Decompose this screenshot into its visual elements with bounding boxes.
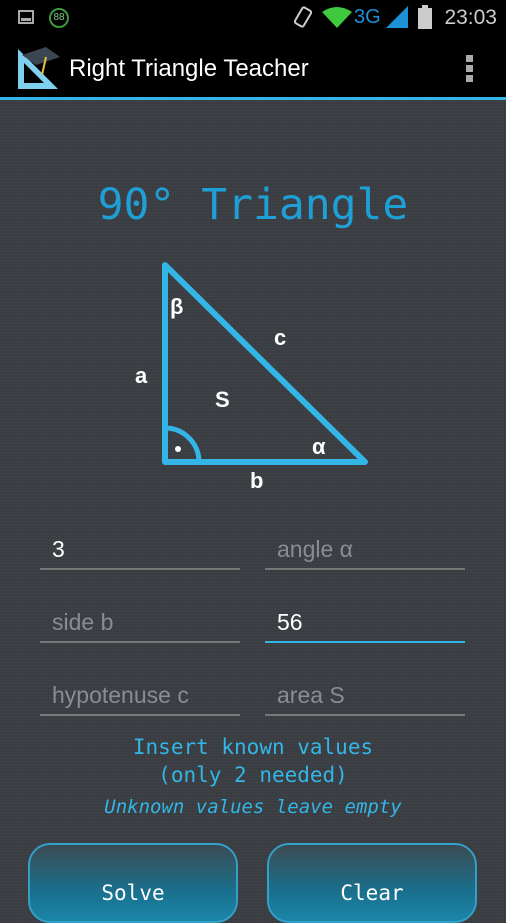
info-line-1: Insert known values xyxy=(132,735,374,759)
label-s: S xyxy=(215,387,230,412)
label-alpha: α xyxy=(312,434,326,459)
angle-alpha-input[interactable]: angle α xyxy=(265,530,465,570)
side-a-input[interactable]: 3 xyxy=(40,530,240,570)
label-b: b xyxy=(250,468,264,493)
solve-button[interactable]: Solve xyxy=(28,843,238,923)
info-line-2: (only 2 needed) xyxy=(158,763,348,787)
label-c: c xyxy=(274,325,287,350)
label-beta: β xyxy=(170,294,184,319)
info-line-3: Unknown values leave empty xyxy=(104,796,402,818)
angle-beta-input[interactable]: 56 xyxy=(265,603,465,643)
label-a: a xyxy=(135,363,148,388)
side-b-input[interactable]: side b xyxy=(40,603,240,643)
clear-button[interactable]: Clear xyxy=(267,843,477,923)
hypotenuse-c-input[interactable]: hypotenuse c xyxy=(40,676,240,716)
area-s-input[interactable]: area S xyxy=(265,676,465,716)
triangle-diagram xyxy=(162,262,368,465)
